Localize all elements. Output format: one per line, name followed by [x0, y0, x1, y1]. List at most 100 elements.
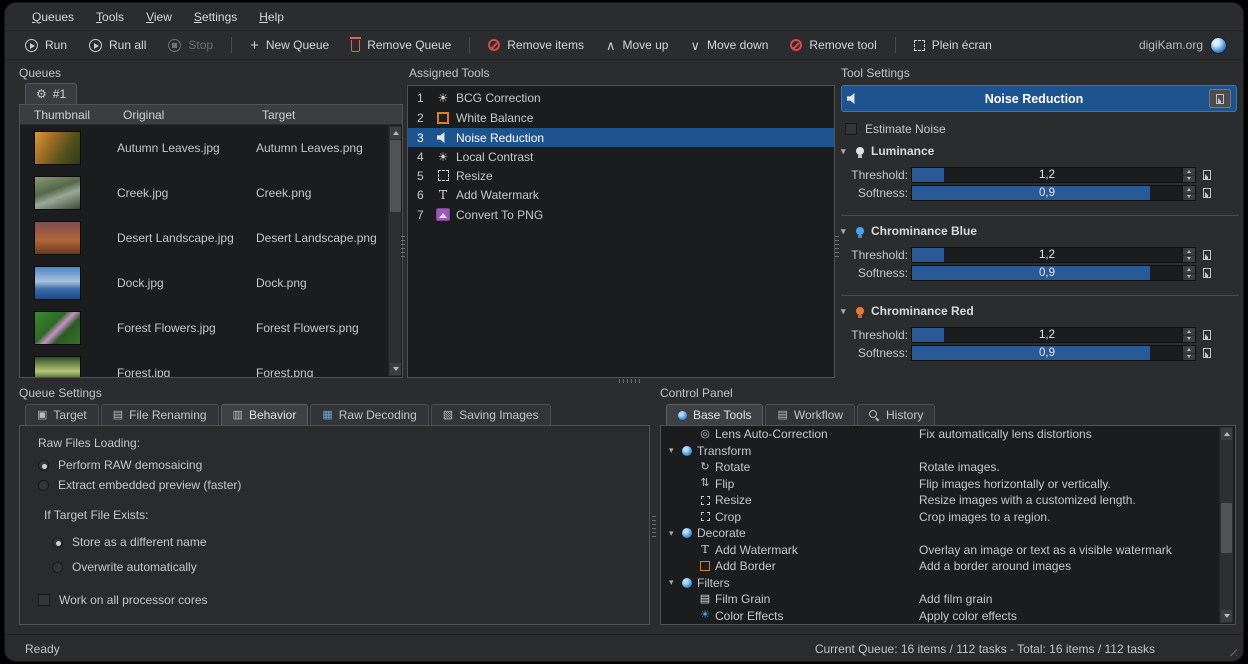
tab-raw-decoding[interactable]: ▦ Raw Decoding [310, 404, 428, 425]
softness-spinner[interactable] [1183, 265, 1196, 281]
new-queue-button[interactable]: + New Queue [242, 35, 337, 55]
assigned-tool-row-selected[interactable]: 3 Noise Reduction [408, 128, 834, 147]
tree-tool-row[interactable]: T Add Watermark Overlay an image or text… [661, 542, 1235, 559]
tab-base-tools[interactable]: Base Tools [666, 404, 763, 425]
splitter-handle[interactable] [835, 235, 839, 257]
column-thumbnail[interactable]: Thumbnail [20, 105, 117, 124]
splitter-handle[interactable] [619, 379, 641, 383]
radio-button[interactable] [52, 537, 63, 548]
tab-behavior[interactable]: ▥ Behavior [221, 404, 309, 425]
tab-history[interactable]: History [857, 404, 935, 425]
collapse-arrow-icon[interactable]: ▾ [841, 306, 849, 317]
radio-button[interactable] [52, 562, 63, 573]
radio-overwrite-automatically[interactable]: Overwrite automatically [52, 560, 639, 574]
menu-view[interactable]: View [137, 7, 181, 27]
softness-spinner[interactable] [1183, 345, 1196, 361]
cores-checkbox[interactable] [38, 594, 50, 606]
queues-scrollbar[interactable] [388, 126, 401, 376]
run-button[interactable]: Run [17, 35, 75, 55]
tool-settings-scrollbar[interactable] [1242, 87, 1244, 623]
digikam-brand[interactable]: digiKam.org [1139, 37, 1231, 54]
scrollbar-thumb[interactable] [390, 140, 401, 212]
remove-items-button[interactable]: Remove items [480, 35, 592, 55]
radio-store-different-name[interactable]: Store as a different name [52, 535, 639, 549]
splitter-handle[interactable] [652, 515, 656, 537]
menu-tools[interactable]: Tools [87, 7, 133, 27]
collapse-arrow-icon[interactable]: ▾ [841, 226, 849, 237]
tree-tool-row[interactable]: Crop Crop images to a region. [661, 509, 1235, 526]
assigned-tool-row[interactable]: 4 ☀ Local Contrast [408, 147, 834, 166]
queue-row[interactable]: Dock.jpg Dock.png [20, 260, 402, 305]
menu-queues[interactable]: Queues [23, 7, 83, 27]
threshold-slider[interactable]: 1,2 [911, 327, 1183, 343]
tree-group-row[interactable]: ▾ Decorate [661, 525, 1235, 542]
column-original[interactable]: Original [117, 105, 256, 124]
tree-tool-row[interactable]: ▤ Film Grain Add film grain [661, 591, 1235, 608]
scrollbar-thumb[interactable] [1221, 503, 1232, 553]
assigned-tool-row[interactable]: 6 T Add Watermark [408, 185, 834, 204]
estimate-noise-checkbox[interactable] [845, 123, 857, 135]
queue-row[interactable]: Desert Landscape.jpg Desert Landscape.pn… [20, 215, 402, 260]
reset-page-icon[interactable] [1203, 188, 1211, 198]
radio-perform-raw-demosaicing[interactable]: Perform RAW demosaicing [38, 458, 639, 472]
tree-group-row[interactable]: ▾ Transform [661, 443, 1235, 460]
scroll-down-arrow[interactable] [1221, 610, 1232, 622]
tab-workflow[interactable]: ▤ Workflow [765, 404, 855, 425]
threshold-slider[interactable]: 1,2 [911, 247, 1183, 263]
collapse-arrow-icon[interactable]: ▾ [669, 577, 679, 588]
queue-row[interactable]: Creek.jpg Creek.png [20, 170, 402, 215]
threshold-spinner[interactable] [1183, 247, 1196, 263]
tree-tool-row[interactable]: ◎ Lens Auto-Correction Fix automatically… [661, 426, 1235, 443]
reset-page-icon[interactable] [1203, 170, 1211, 180]
softness-slider[interactable]: 0,9 [911, 185, 1183, 201]
reset-page-icon[interactable] [1203, 268, 1211, 278]
queue-row[interactable]: Forest Flowers.jpg Forest Flowers.png [20, 305, 402, 350]
move-up-button[interactable]: ∧ Move up [598, 35, 677, 55]
reset-page-icon[interactable] [1203, 250, 1211, 260]
queue-tab-1[interactable]: ⚙ #1 [25, 83, 77, 104]
tree-tool-row[interactable]: Resize Resize images with a customized l… [661, 492, 1235, 509]
softness-slider[interactable]: 0,9 [911, 265, 1183, 281]
menu-help[interactable]: Help [250, 7, 293, 27]
splitter-handle[interactable] [401, 235, 405, 257]
estimate-noise-option[interactable]: Estimate Noise [845, 122, 946, 136]
queue-row[interactable]: Autumn Leaves.jpg Autumn Leaves.png [20, 125, 402, 170]
radio-extract-embedded-preview[interactable]: Extract embedded preview (faster) [38, 478, 639, 492]
scroll-up-arrow[interactable] [1221, 428, 1232, 440]
reset-page-icon[interactable] [1203, 348, 1211, 358]
queue-row[interactable]: Forest.jpg Forest.png [20, 350, 402, 378]
collapse-arrow-icon[interactable]: ▾ [669, 528, 679, 539]
scroll-up-arrow[interactable] [390, 127, 401, 139]
scroll-down-arrow[interactable] [390, 363, 401, 375]
collapse-arrow-icon[interactable]: ▾ [841, 146, 849, 157]
tab-target[interactable]: ▣ Target [25, 404, 99, 425]
threshold-slider[interactable]: 1,2 [911, 167, 1183, 183]
stop-button[interactable]: Stop [160, 35, 221, 55]
resize-grip[interactable] [1226, 645, 1237, 656]
tree-tool-row[interactable]: ↻ Rotate Rotate images. [661, 459, 1235, 476]
run-all-button[interactable]: Run all [81, 35, 154, 55]
assigned-tool-row[interactable]: 2 White Balance [408, 107, 834, 128]
tree-tool-row[interactable]: Add Border Add a border around images [661, 558, 1235, 575]
move-down-button[interactable]: ∨ Move down [682, 35, 776, 55]
remove-queue-button[interactable]: Remove Queue [343, 35, 459, 55]
menu-settings[interactable]: Settings [185, 7, 246, 27]
threshold-spinner[interactable] [1183, 327, 1196, 343]
threshold-spinner[interactable] [1183, 167, 1196, 183]
tab-file-renaming[interactable]: ▤ File Renaming [101, 404, 219, 425]
work-all-cores-option[interactable]: Work on all processor cores [38, 593, 639, 607]
tree-tool-row[interactable]: ☀ Color Effects Apply color effects [661, 608, 1235, 625]
softness-slider[interactable]: 0,9 [911, 345, 1183, 361]
tab-saving-images[interactable]: ▧ Saving Images [431, 404, 551, 425]
assigned-tool-row[interactable]: 5 Resize [408, 166, 834, 185]
collapse-arrow-icon[interactable]: ▾ [669, 445, 679, 456]
reset-page-icon[interactable] [1203, 330, 1211, 340]
tool-help-button[interactable] [1209, 89, 1231, 108]
assigned-tool-row[interactable]: 1 ☀ BCG Correction [408, 88, 834, 107]
radio-button[interactable] [38, 480, 49, 491]
fullscreen-button[interactable]: Plein écran [906, 35, 1000, 55]
control-panel-scrollbar[interactable] [1219, 427, 1233, 623]
tree-group-row[interactable]: ▾ Filters [661, 575, 1235, 592]
column-target[interactable]: Target [256, 105, 402, 124]
tree-tool-row[interactable]: ⇅ Flip Flip images horizontally or verti… [661, 476, 1235, 493]
